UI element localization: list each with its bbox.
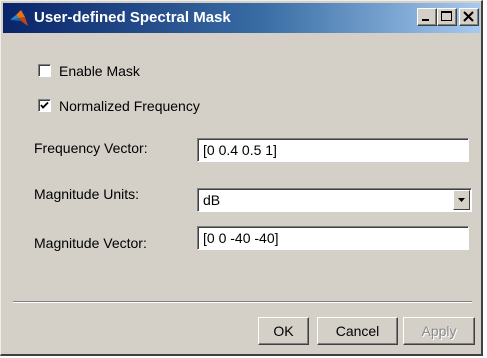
magnitude-units-value: dB: [203, 192, 221, 208]
apply-button[interactable]: Apply: [403, 317, 475, 345]
magnitude-units-label: Magnitude Units:: [34, 186, 140, 202]
frequency-vector-label: Frequency Vector:: [34, 140, 148, 156]
maximize-button[interactable]: [437, 8, 457, 26]
close-button[interactable]: [459, 8, 479, 26]
check-icon: [40, 101, 49, 109]
cancel-button[interactable]: Cancel: [317, 317, 398, 345]
enable-mask-checkbox[interactable]: [38, 64, 51, 77]
matlab-logo-icon: [10, 10, 28, 26]
enable-mask-label: Enable Mask: [59, 63, 140, 79]
dropdown-arrow-button[interactable]: [453, 190, 470, 210]
normalized-frequency-checkbox[interactable]: [38, 99, 51, 112]
maximize-icon: [441, 11, 452, 21]
title-bar[interactable]: User-defined Spectral Mask: [3, 3, 480, 33]
dialog-window: User-defined Spectral Mask Enable Mask N…: [0, 0, 483, 356]
close-icon: [463, 11, 474, 22]
normalized-frequency-label: Normalized Frequency: [59, 98, 200, 114]
window-title: User-defined Spectral Mask: [34, 9, 231, 26]
ok-button[interactable]: OK: [258, 317, 309, 345]
chevron-down-icon: [458, 198, 465, 202]
minimize-button[interactable]: [417, 8, 437, 26]
minimize-icon: [422, 19, 429, 21]
frequency-vector-input[interactable]: [0 0.4 0.5 1]: [197, 138, 469, 162]
magnitude-units-select[interactable]: dB: [197, 188, 472, 212]
magnitude-vector-input[interactable]: [0 0 -40 -40]: [197, 226, 469, 250]
separator: [13, 301, 472, 303]
magnitude-vector-label: Magnitude Vector:: [34, 235, 147, 251]
